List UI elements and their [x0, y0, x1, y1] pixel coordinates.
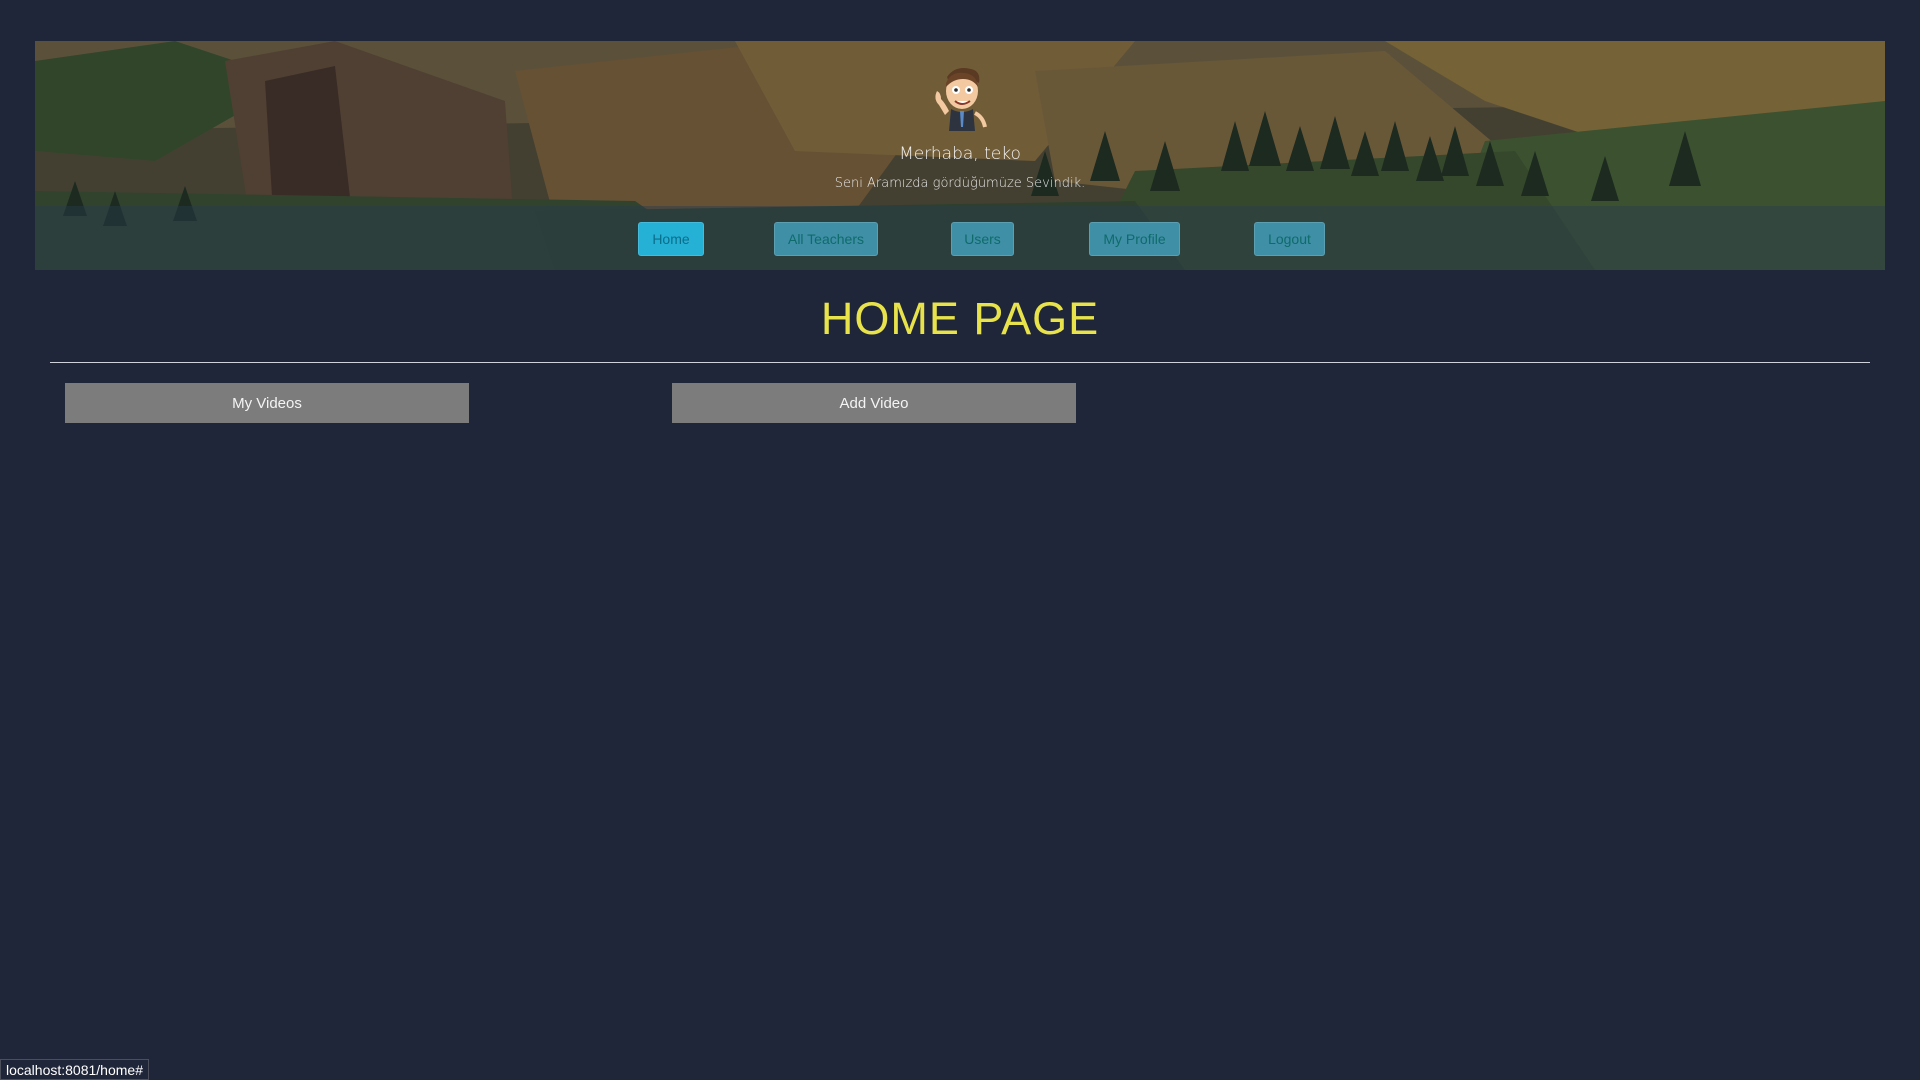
nav-logout-button[interactable]: Logout	[1254, 222, 1325, 256]
page-title: HOME PAGE	[820, 293, 1100, 344]
add-video-button[interactable]: Add Video	[672, 383, 1076, 423]
nav-users-button[interactable]: Users	[951, 222, 1014, 256]
header-banner: Merhaba, teko Seni Aramızda gördüğümüze …	[35, 41, 1885, 270]
nav-all-teachers-button[interactable]: All Teachers	[774, 222, 878, 256]
nav-home-button[interactable]: Home	[638, 222, 704, 256]
nav-my-profile-button[interactable]: My Profile	[1089, 222, 1180, 256]
title-divider	[50, 362, 1870, 363]
browser-status-url: localhost:8081/home#	[0, 1059, 149, 1080]
cartoon-man-avatar-icon	[935, 68, 987, 131]
my-videos-button[interactable]: My Videos	[65, 383, 469, 423]
greeting-text: Merhaba, teko	[899, 144, 1021, 164]
main-navigation: Home All Teachers Users My Profile Logou…	[35, 206, 1885, 270]
welcome-subtitle: Seni Aramızda gördüğümüze Sevindik.	[834, 176, 1086, 191]
